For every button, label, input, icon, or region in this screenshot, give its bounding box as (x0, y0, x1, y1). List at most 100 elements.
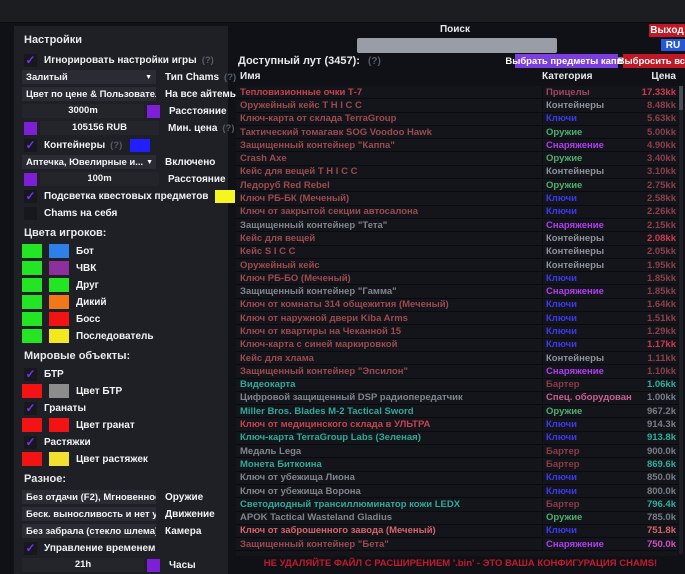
table-row[interactable]: Ключ РБ-БК (Меченый) Ключи 2.58kk (236, 192, 678, 205)
table-row[interactable]: Ключ-карта от склада TerraGroup Ключи 5.… (236, 113, 678, 126)
table-row[interactable]: Защищенный контейнер "Каппа" Снаряжение … (236, 139, 678, 152)
checkbox[interactable]: ✓ (24, 402, 37, 415)
table-row[interactable]: Ледоруб Red Rebel Оружие 2.75kk (236, 179, 678, 192)
help-icon[interactable]: (?) (368, 56, 381, 67)
table-row[interactable]: Защищенный контейнер "Эпсилон" Снаряжени… (236, 365, 678, 378)
exit-button[interactable]: Выход (649, 24, 685, 37)
color-swatch-secondary[interactable] (49, 244, 69, 258)
table-row[interactable]: Тактический томагавк SOG Voodoo Hawk Ору… (236, 126, 678, 139)
camera-dropdown[interactable]: Без забрала (стекло шлема)▼ (22, 524, 156, 538)
loot-title: Доступный лут (3457): (?) (238, 55, 381, 67)
min-price-color-swatch[interactable] (24, 122, 37, 135)
table-row[interactable]: Оружейный кейс T H I C C Контейнеры 8.48… (236, 99, 678, 112)
table-row[interactable]: Ключ от заброшенного завода (Меченый) Кл… (236, 525, 678, 538)
language-button[interactable]: RU (661, 39, 685, 51)
table-row[interactable]: Miller Bros. Blades M-2 Tactical Sword О… (236, 405, 678, 418)
color-swatch-secondary[interactable] (49, 329, 69, 343)
hours-color-swatch[interactable] (147, 559, 160, 572)
item-name: Защищенный контейнер "Гамма" (236, 286, 542, 297)
table-row[interactable]: Ключ от наружной двери Kiba Arms Ключи 1… (236, 312, 678, 325)
containers-color-swatch[interactable] (130, 139, 150, 152)
ignore-game-settings-checkbox[interactable]: ✓ (24, 54, 37, 67)
color-swatch-primary[interactable] (22, 278, 42, 292)
help-icon[interactable]: (?) (224, 72, 236, 83)
table-row[interactable]: Защищенный контейнер "Гамма" Снаряжение … (236, 285, 678, 298)
chams-self-checkbox[interactable] (24, 207, 37, 220)
containers-checkbox[interactable]: ✓ (24, 139, 37, 152)
table-row[interactable]: Ключ от убежища Ворона Ключи 800.0k (236, 485, 678, 498)
checkbox[interactable]: ✓ (24, 436, 37, 449)
column-header-category[interactable]: Категория (542, 71, 632, 86)
table-row[interactable]: Ключ от закрытой секции автосалона Ключи… (236, 206, 678, 219)
color-swatch-primary[interactable] (22, 384, 42, 398)
table-row[interactable]: Ключ от комнаты 314 общежития (Меченый) … (236, 299, 678, 312)
color-swatch-primary[interactable] (22, 295, 42, 309)
scrollbar-track[interactable] (679, 86, 683, 554)
table-row[interactable]: Ключ от квартиры на Чеканной 15 Ключи 1.… (236, 325, 678, 338)
item-price: 1.17kk (632, 339, 678, 350)
table-row[interactable]: Ключ от убежища Лиона Ключи 850.0k (236, 472, 678, 485)
color-swatch-secondary[interactable] (49, 452, 69, 466)
color-swatch-secondary[interactable] (49, 418, 69, 432)
color-swatch-primary[interactable] (22, 312, 42, 326)
movement-dropdown[interactable]: Беск. выносливость и нет уста▼ (22, 507, 156, 521)
search-input[interactable] (357, 38, 557, 53)
color-swatch-secondary[interactable] (49, 384, 69, 398)
help-icon[interactable]: (?) (202, 55, 214, 66)
table-row[interactable]: Кейс S I C C Контейнеры 2.05kk (236, 246, 678, 259)
column-header-name[interactable]: Имя (236, 71, 542, 86)
quest-items-color-swatch[interactable] (215, 190, 235, 203)
chams-type-dropdown[interactable]: Залитый▼ (22, 70, 156, 84)
color-swatch-secondary[interactable] (49, 295, 69, 309)
containers-distance-color-swatch[interactable] (24, 173, 37, 186)
containers-distance-input[interactable]: 100m (40, 172, 159, 186)
table-row[interactable]: Защищенный контейнер "Бета" Снаряжение 7… (236, 538, 678, 551)
color-swatch-primary[interactable] (22, 261, 42, 275)
item-name: Тактический томагавк SOG Voodoo Hawk (236, 127, 542, 138)
all-items-dropdown[interactable]: Цвет по цене & Пользователь▼ (22, 87, 156, 101)
table-row[interactable]: Светодиодный трансиллюминатор кожи LEDX … (236, 498, 678, 511)
hours-input[interactable]: 21h (22, 558, 144, 572)
table-row[interactable] (236, 551, 678, 556)
time-control-checkbox[interactable]: ✓ (24, 542, 37, 555)
table-row[interactable]: Ключ-карта TerraGroup Labs (Зеленая) Клю… (236, 432, 678, 445)
table-row[interactable]: Видеокарта Бартер 1.06kk (236, 379, 678, 392)
discard-all-button[interactable]: Выбросить все (623, 54, 685, 68)
all-items-row: Цвет по цене & Пользователь▼ На все айте… (22, 86, 228, 102)
table-row[interactable]: Монета Биткоина Бартер 869.6k (236, 458, 678, 471)
table-row[interactable]: Тепловизионные очки Т-7 Прицелы 17.33kk (236, 86, 678, 99)
color-swatch-secondary[interactable] (49, 261, 69, 275)
scrollbar-thumb[interactable] (679, 86, 683, 110)
table-row[interactable]: Защищенный контейнер "Тета" Снаряжение 2… (236, 219, 678, 232)
all-items-label: На все айтемы (165, 89, 238, 100)
color-swatch-primary[interactable] (22, 244, 42, 258)
containers-filter-dropdown[interactable]: Аптечка, Ювелирные и...▼ (22, 155, 156, 169)
table-row[interactable]: Crash Axe Оружие 3.40kk (236, 152, 678, 165)
table-row[interactable]: Кейс для вещей Контейнеры 2.08kk (236, 232, 678, 245)
min-price-input[interactable]: 105156 RUB (40, 121, 159, 135)
column-header-price[interactable]: Цена (632, 71, 678, 86)
table-row[interactable]: Цифровой защищенный DSP радиопередатчик … (236, 392, 678, 405)
table-row[interactable]: APOK Tactical Wasteland Gladius Оружие 7… (236, 512, 678, 525)
color-swatch-secondary[interactable] (49, 312, 69, 326)
table-row[interactable]: Ключ от медицинского склада в УЛЬТРА Клю… (236, 418, 678, 431)
item-price: 1.85kk (632, 286, 678, 297)
color-swatch-primary[interactable] (22, 329, 42, 343)
table-row[interactable]: Ключ-карта с синей маркировкой Ключи 1.1… (236, 339, 678, 352)
table-row[interactable]: Кейс для хлама Контейнеры 1.11kk (236, 352, 678, 365)
distance-color-swatch[interactable] (147, 105, 160, 118)
weapon-dropdown[interactable]: Без отдачи (F2), Мгновенное п▼ (22, 490, 156, 504)
table-row[interactable]: Кейс для вещей T H I C C Контейнеры 3.10… (236, 166, 678, 179)
help-icon[interactable]: (?) (222, 123, 234, 134)
quest-items-checkbox[interactable]: ✓ (24, 190, 37, 203)
color-swatch-primary[interactable] (22, 452, 42, 466)
color-swatch-secondary[interactable] (49, 278, 69, 292)
color-swatch-primary[interactable] (22, 418, 42, 432)
distance-input[interactable]: 3000m (22, 104, 144, 118)
help-icon[interactable]: (?) (110, 140, 122, 151)
table-row[interactable]: Ключ РБ-БО (Меченый) Ключи 1.85kk (236, 272, 678, 285)
table-row[interactable]: Оружейный кейс Контейнеры 1.95kk (236, 259, 678, 272)
checkbox[interactable]: ✓ (24, 368, 37, 381)
select-kappa-items-button[interactable]: Выбрать предметы каппа (515, 54, 618, 68)
table-row[interactable]: Медаль Lega Бартер 900.0k (236, 445, 678, 458)
